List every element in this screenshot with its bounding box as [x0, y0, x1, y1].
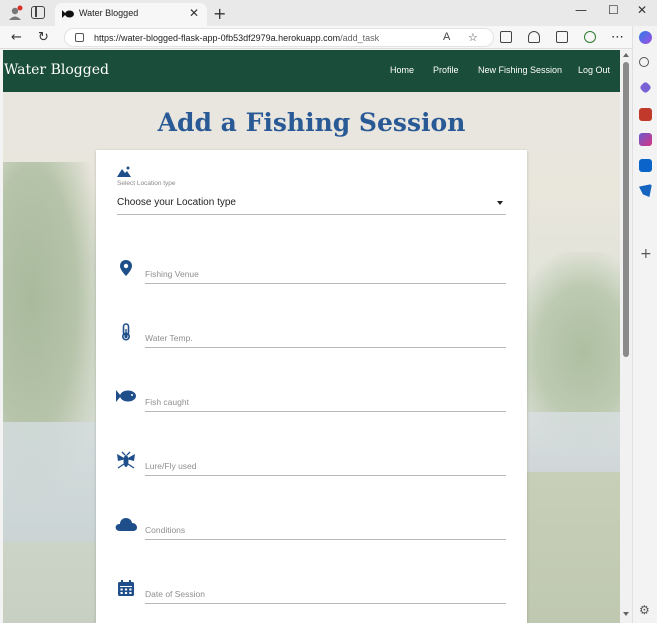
cloud-icon	[115, 518, 137, 531]
split-screen-icon[interactable]	[500, 31, 512, 43]
date-input[interactable]	[145, 575, 506, 604]
edge-sidebar: + ⚙	[632, 26, 657, 623]
close-window-button[interactable]: ✕	[637, 3, 647, 17]
nav-log-out[interactable]: Log Out	[578, 65, 610, 75]
brand-logo[interactable]: Water Blogged	[4, 62, 109, 78]
read-aloud-icon[interactable]: A	[443, 31, 450, 43]
browser-tab[interactable]: Water Blogged ✕	[55, 3, 207, 26]
thermometer-icon	[122, 323, 131, 341]
refresh-icon[interactable]: ↻	[38, 30, 49, 45]
page-title: Add a Fishing Session	[157, 108, 466, 137]
scroll-down-arrow-icon[interactable]	[623, 612, 629, 616]
calendar-icon	[118, 580, 134, 596]
browser-essentials-icon[interactable]	[584, 31, 596, 43]
favorites-icon[interactable]	[528, 31, 540, 43]
settings-gear-icon[interactable]: ⚙	[639, 603, 650, 617]
maximize-button[interactable]: ☐	[608, 3, 619, 17]
add-sidebar-app-icon[interactable]: +	[640, 246, 652, 262]
conditions-field	[115, 511, 506, 541]
back-icon[interactable]: ←	[11, 30, 22, 45]
landscape-icon	[117, 166, 131, 177]
copilot-icon[interactable]	[639, 31, 652, 44]
new-tab-button[interactable]: +	[213, 4, 226, 23]
nav-profile[interactable]: Profile	[433, 65, 459, 75]
fish-caught-input[interactable]	[145, 383, 506, 412]
outlook-icon[interactable]	[639, 159, 652, 172]
page-viewport: Water Blogged Home Profile New Fishing S…	[3, 50, 620, 623]
more-options-icon[interactable]: ⋯	[611, 30, 624, 45]
minimize-button[interactable]: —	[575, 3, 587, 17]
drop-icon[interactable]	[639, 184, 652, 197]
shopping-tag-icon[interactable]	[639, 81, 652, 94]
nav-new-fishing-session[interactable]: New Fishing Session	[478, 65, 562, 75]
url-text: https://water-blogged-flask-app-0fb53df2…	[94, 33, 380, 43]
date-field	[117, 575, 506, 605]
collections-icon[interactable]	[556, 31, 568, 43]
browser-toolbar: ← ↻ https://water-blogged-flask-app-0fb5…	[0, 26, 657, 49]
close-tab-icon[interactable]: ✕	[189, 6, 199, 20]
lure-fly-field	[117, 447, 506, 477]
tab-title: Water Blogged	[79, 8, 139, 18]
profile-icon[interactable]	[7, 5, 23, 21]
toolbox-icon[interactable]	[639, 108, 652, 121]
location-type-value: Choose your Location type	[117, 197, 236, 208]
fish-caught-field	[116, 383, 506, 413]
bug-icon	[117, 451, 135, 469]
favorite-star-icon[interactable]: ☆	[468, 31, 478, 44]
map-marker-icon	[120, 260, 132, 276]
fishing-venue-input[interactable]	[145, 255, 506, 284]
conditions-input[interactable]	[145, 511, 506, 540]
tab-actions-icon[interactable]	[31, 6, 45, 19]
search-icon[interactable]	[639, 57, 649, 67]
lock-icon	[75, 33, 84, 42]
scroll-thumb[interactable]	[623, 62, 629, 357]
scroll-up-arrow-icon[interactable]	[623, 53, 629, 57]
address-bar[interactable]: https://water-blogged-flask-app-0fb53df2…	[64, 28, 494, 47]
caret-down-icon	[497, 201, 503, 205]
browser-tab-strip: Water Blogged ✕ + — ☐ ✕	[0, 0, 657, 26]
lure-fly-input[interactable]	[145, 447, 506, 476]
location-type-label: Select Location type	[117, 180, 176, 187]
fish-icon	[116, 390, 136, 402]
water-temp-input[interactable]	[145, 319, 506, 348]
fishing-venue-field	[117, 255, 506, 285]
site-navbar: Water Blogged Home Profile New Fishing S…	[3, 50, 620, 92]
session-form-card: Select Location type Choose your Locatio…	[96, 150, 527, 623]
nav-home[interactable]: Home	[390, 65, 414, 75]
water-temp-field	[117, 319, 506, 349]
office-icon[interactable]	[639, 133, 652, 146]
location-type-select[interactable]: Choose your Location type	[117, 195, 506, 215]
fish-favicon-icon	[62, 10, 74, 18]
page-scrollbar[interactable]	[620, 50, 632, 623]
